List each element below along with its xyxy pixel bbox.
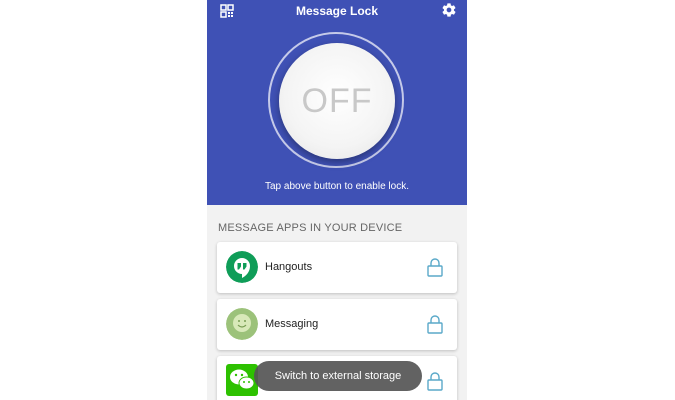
lock-icon[interactable] (427, 371, 443, 391)
lock-icon[interactable] (427, 314, 443, 334)
app-card-messaging[interactable]: Messaging (217, 299, 457, 350)
app-title: Message Lock (295, 4, 379, 18)
wechat-icon (226, 364, 258, 396)
section-title: MESSAGE APPS IN YOUR DEVICE (218, 222, 403, 234)
messaging-icon (226, 308, 258, 340)
app-name: Messaging (265, 318, 319, 330)
gear-icon[interactable] (441, 2, 457, 18)
hangouts-icon (226, 251, 258, 283)
lock-toggle-button[interactable]: OFF (279, 43, 395, 159)
toggle-state-label: OFF (301, 81, 373, 120)
app-screen: Message Lock OFF Tap above button to ena… (207, 0, 467, 400)
header-panel: Message Lock OFF Tap above button to ena… (207, 0, 467, 205)
toggle-hint: Tap above button to enable lock. (265, 181, 409, 192)
app-name: Hangouts (265, 261, 313, 273)
toast-message: Switch to external storage (254, 361, 422, 391)
app-card-hangouts[interactable]: Hangouts (217, 242, 457, 293)
lock-icon[interactable] (427, 257, 443, 277)
